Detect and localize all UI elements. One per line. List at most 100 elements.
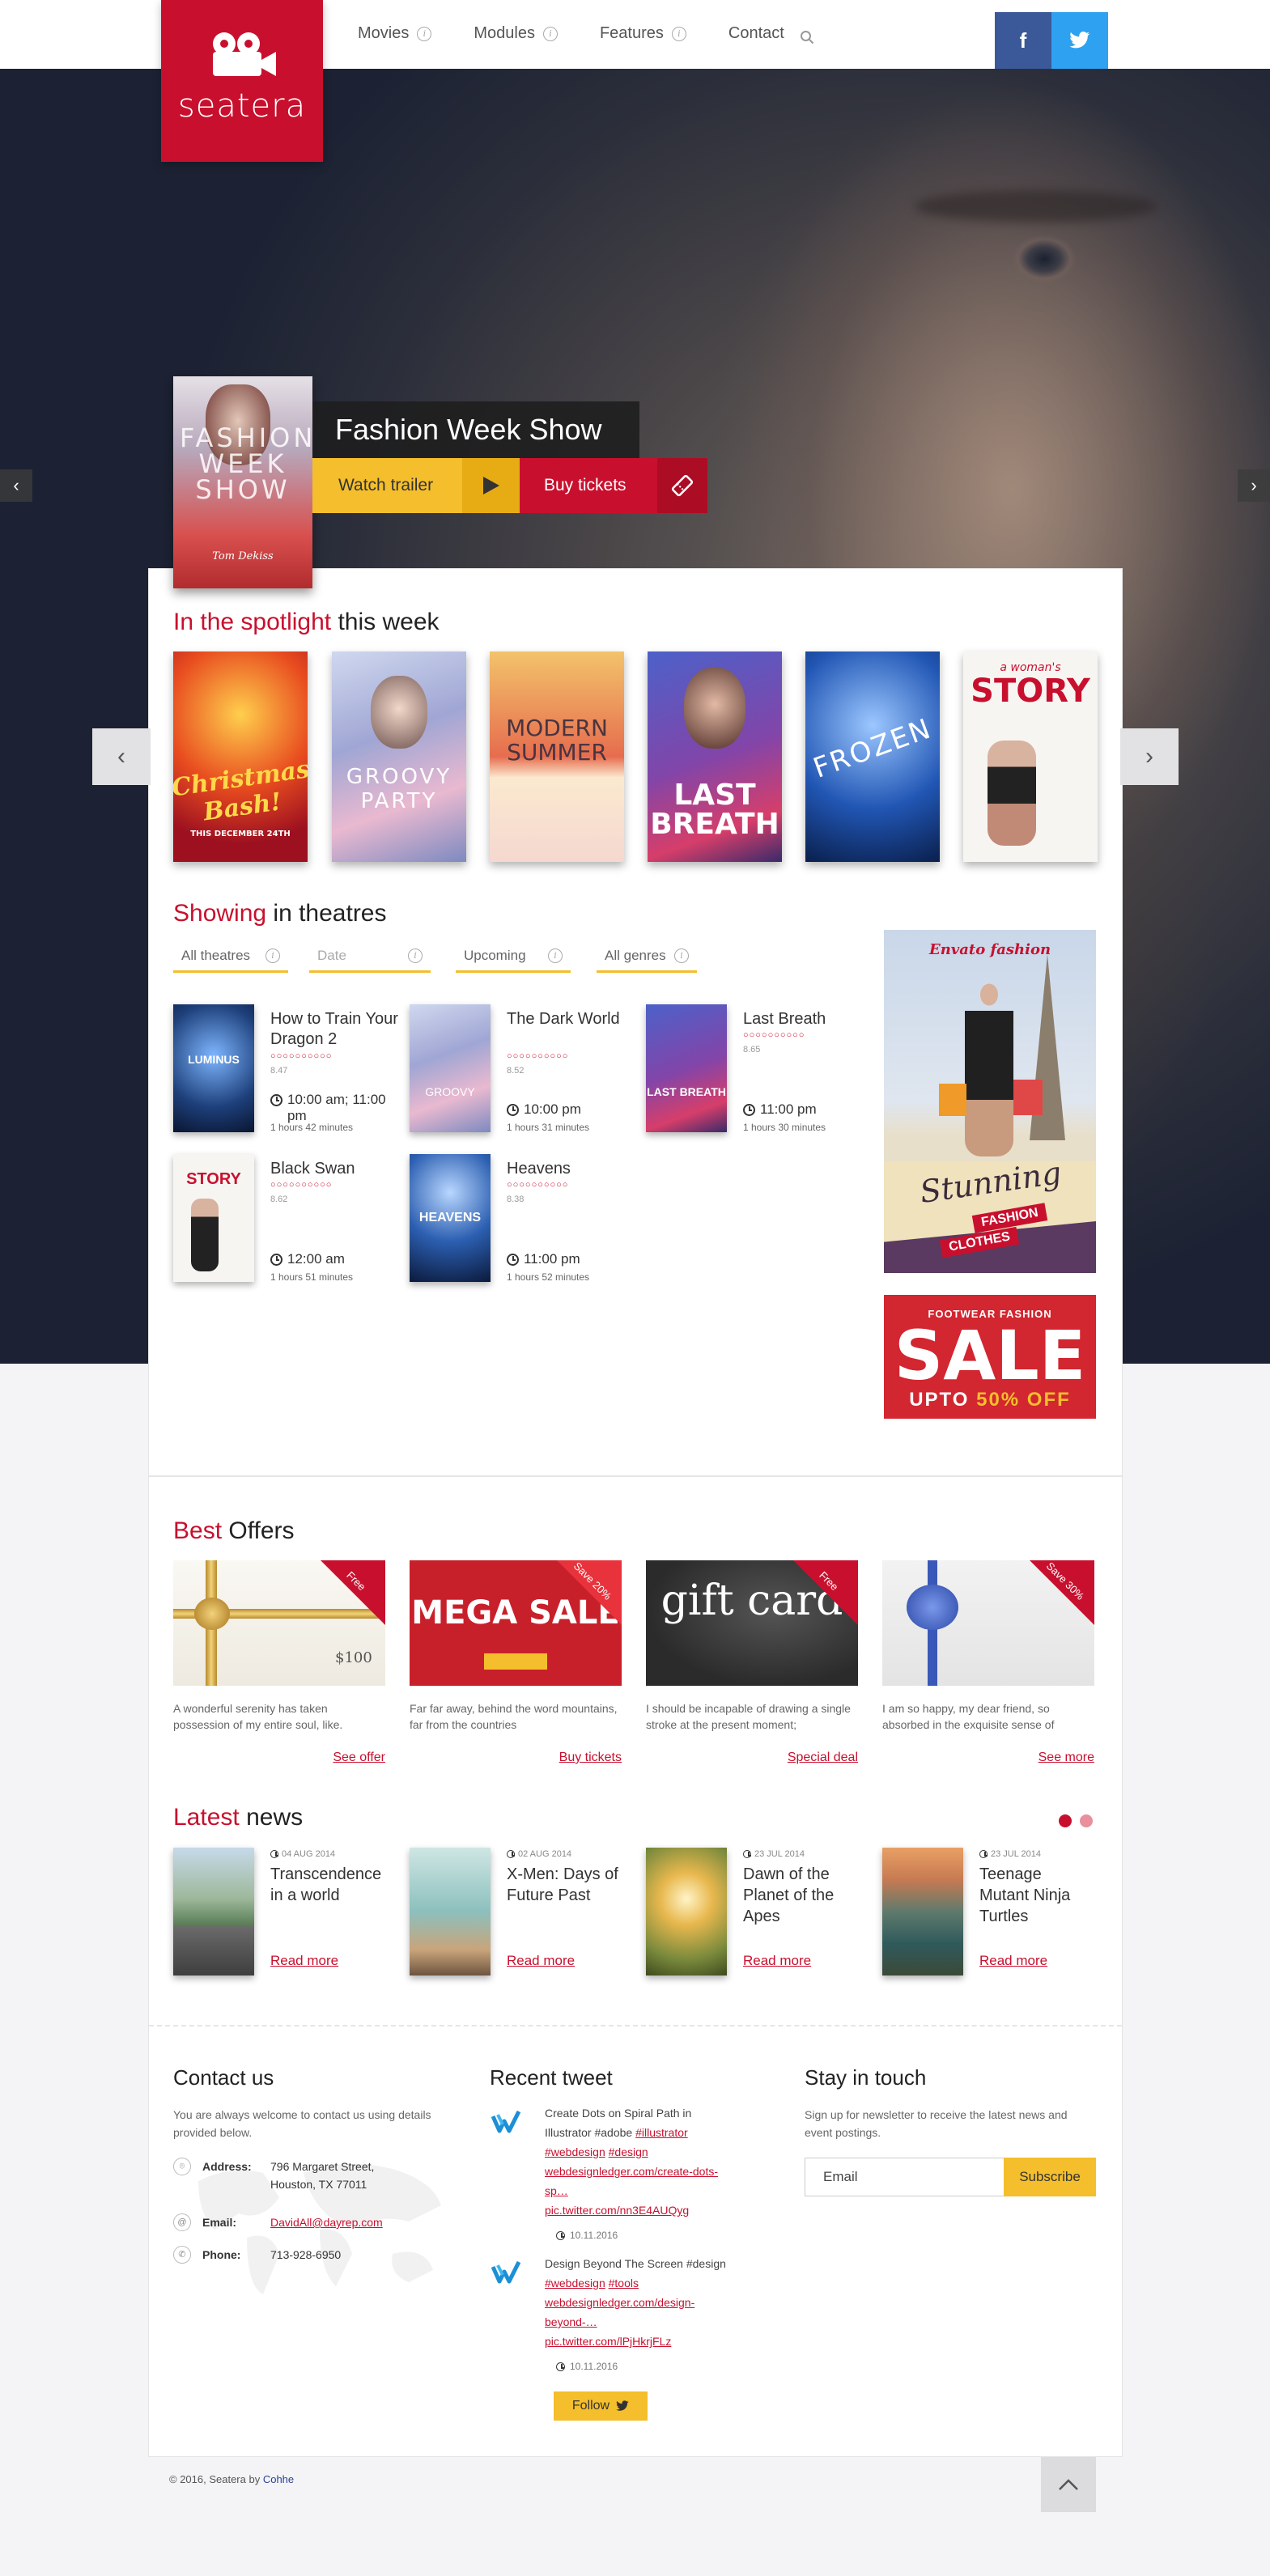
brand-link[interactable]: Cohhe <box>263 2473 294 2485</box>
follow-label: Follow <box>571 2399 610 2413</box>
spotlight-title: In the spotlight this week <box>173 609 440 635</box>
offer-card[interactable]: gift card Free I should be incapable of … <box>646 1560 858 1764</box>
filter-date[interactable]: Date i <box>309 940 431 973</box>
movie-duration: 1 hours 30 minutes <box>743 1122 826 1133</box>
offer-link[interactable]: Special deal <box>788 1751 858 1765</box>
section-divider <box>149 1475 1122 1477</box>
clock-icon <box>507 1104 519 1116</box>
offer-description: I am so happy, my dear friend, so absorb… <box>882 1702 1055 1731</box>
news-item[interactable]: 23 JUL 2014 Teenage Mutant Ninja Turtles… <box>882 1848 1094 1977</box>
tweet-date: 10.11.2016 <box>570 2230 618 2241</box>
back-to-top-button[interactable] <box>1041 2457 1096 2512</box>
contact-phone: ✆ Phone: 713-928-6950 <box>173 2246 448 2264</box>
nav-item-label: Movies <box>358 24 410 42</box>
hero-prev-button[interactable]: ‹ <box>0 469 32 502</box>
filter-upcoming[interactable]: Upcoming i <box>456 940 571 973</box>
search-icon[interactable] <box>800 30 814 45</box>
spotlight-next-button[interactable]: › <box>1120 728 1179 785</box>
read-more-link[interactable]: Read more <box>743 1953 811 1969</box>
offer-link[interactable]: Buy tickets <box>559 1751 622 1765</box>
nav-item-contact[interactable]: Contact <box>728 24 784 43</box>
offer-card[interactable]: $100 Free A wonderful serenity has taken… <box>173 1560 385 1764</box>
fashion-ad-banner[interactable]: Envato fashion Stunning FASHION CLOTHES <box>884 930 1096 1273</box>
clock-icon <box>270 1850 278 1858</box>
hero-next-button[interactable]: › <box>1238 469 1270 502</box>
rating-stars: ○○○○○○○○○○ <box>270 1180 333 1190</box>
spotlight-poster[interactable]: MODERN SUMMER <box>490 651 624 862</box>
movie-duration: 1 hours 52 minutes <box>507 1271 590 1283</box>
nav-item-label: Features <box>599 24 664 42</box>
news-headline: Teenage Mutant Ninja Turtles <box>979 1865 1071 1925</box>
news-item[interactable]: 23 JUL 2014 Dawn of the Planet of the Ap… <box>646 1848 858 1977</box>
news-date: 23 JUL 2014 <box>754 1849 805 1859</box>
hashtag-link[interactable]: #webdesign <box>545 2145 605 2158</box>
movie-item[interactable]: STORY Black Swan ○○○○○○○○○○ 8.62 12:00 a… <box>173 1154 400 1292</box>
hero-poster[interactable]: FASHION WEEK SHOW Tom Dekiss <box>173 376 312 588</box>
follow-button[interactable]: Follow <box>554 2391 648 2421</box>
newsletter-email-input[interactable] <box>805 2158 1004 2196</box>
spotlight-poster[interactable]: Christmas Bash! THIS DECEMBER 24TH <box>173 651 308 862</box>
w-logo-icon <box>491 2110 521 2133</box>
spotlight-poster[interactable]: FROZEN <box>805 651 940 862</box>
hashtag-link[interactable]: #design <box>609 2145 648 2158</box>
hashtag-link[interactable]: #tools <box>609 2277 639 2290</box>
tweet-link[interactable]: webdesignledger.com/design-beyond-… <box>545 2293 726 2332</box>
read-more-link[interactable]: Read more <box>507 1953 575 1969</box>
twitter-icon <box>616 2400 629 2411</box>
news-item[interactable]: 02 AUG 2014 X-Men: Days of Future Past R… <box>410 1848 622 1977</box>
filter-theatres[interactable]: All theatres i <box>173 940 288 973</box>
news-title: Latest news <box>173 1804 304 1831</box>
poster-title: FASHION WEEK SHOW <box>180 422 312 505</box>
sale-ad-banner[interactable]: FOOTWEAR FASHION SALE UPTO 50% OFF <box>884 1295 1096 1419</box>
tweet-link[interactable]: webdesignledger.com/create-dots-sp… <box>545 2162 726 2200</box>
offer-link[interactable]: See offer <box>333 1751 385 1765</box>
contact-title: Contact us <box>173 2065 274 2090</box>
spotlight-prev-button[interactable]: ‹ <box>92 728 151 785</box>
spotlight-poster[interactable]: LAST BREATH <box>648 651 782 862</box>
nav-item-features[interactable]: Features i <box>600 24 686 43</box>
chevron-right-icon: › <box>1145 743 1153 770</box>
subscribe-button[interactable]: Subscribe <box>1004 2158 1096 2196</box>
info-icon: i <box>542 26 558 41</box>
nav-item-modules[interactable]: Modules i <box>474 24 558 43</box>
email-link[interactable]: DavidAll@dayrep.com <box>270 2213 448 2231</box>
offer-card[interactable]: Save 30% I am so happy, my dear friend, … <box>882 1560 1094 1764</box>
spotlight-poster[interactable]: GROOVY PARTY <box>332 651 466 862</box>
offers-title: Best Offers <box>173 1517 295 1544</box>
news-headline: Transcendence in a world <box>270 1865 382 1904</box>
movie-item[interactable]: LAST BREATH Last Breath ○○○○○○○○○○ 8.65 … <box>646 1004 873 1142</box>
news-page-dot-active[interactable] <box>1059 1814 1072 1827</box>
news-headline: X-Men: Days of Future Past <box>507 1865 618 1904</box>
hashtag-link[interactable]: #illustrator <box>635 2126 688 2139</box>
movie-rating: 8.47 <box>270 1066 288 1076</box>
clock-icon <box>743 1850 751 1858</box>
tweet-link[interactable]: pic.twitter.com/lPjHkrjFLz <box>545 2332 726 2351</box>
news-item[interactable]: 04 AUG 2014 Transcendence in a world Rea… <box>173 1848 385 1977</box>
movie-item[interactable]: HEAVENS Heavens ○○○○○○○○○○ 8.38 11:00 pm… <box>410 1154 636 1292</box>
nav-item-movies[interactable]: Movies i <box>358 24 432 43</box>
movie-item[interactable]: GROOVY The Dark World ○○○○○○○○○○ 8.52 10… <box>410 1004 636 1142</box>
movie-item[interactable]: LUMINUS How to Train Your Dragon 2 ○○○○○… <box>173 1004 400 1142</box>
twitter-button[interactable] <box>1051 12 1108 69</box>
buy-tickets-button[interactable]: Buy tickets <box>520 458 707 513</box>
watch-trailer-button[interactable]: Watch trailer <box>312 458 520 513</box>
read-more-link[interactable]: Read more <box>979 1953 1047 1969</box>
spotlight-poster[interactable]: a woman's STORY <box>963 651 1098 862</box>
offer-link[interactable]: See more <box>1039 1751 1094 1765</box>
tweet-date: 10.11.2016 <box>570 2361 618 2372</box>
movie-title: Heavens <box>507 1160 571 1178</box>
read-more-link[interactable]: Read more <box>270 1953 338 1969</box>
facebook-button[interactable]: f <box>995 12 1051 69</box>
facebook-icon: f <box>1019 28 1027 53</box>
filter-genres[interactable]: All genres i <box>597 940 697 973</box>
offer-description: Far far away, behind the word mountains,… <box>410 1702 618 1731</box>
movie-rating: 8.38 <box>507 1195 525 1204</box>
tweet-link[interactable]: pic.twitter.com/nn3E4AUQyg <box>545 2200 726 2220</box>
hashtag-link[interactable]: #webdesign <box>545 2277 605 2290</box>
movie-poster: GROOVY <box>410 1004 491 1132</box>
movie-time: 12:00 am <box>287 1251 345 1267</box>
site-logo[interactable]: seatera <box>161 0 323 162</box>
offer-card[interactable]: MEGA SALE Save 20% Far far away, behind … <box>410 1560 622 1764</box>
play-icon <box>462 458 520 513</box>
news-page-dot[interactable] <box>1080 1814 1093 1827</box>
